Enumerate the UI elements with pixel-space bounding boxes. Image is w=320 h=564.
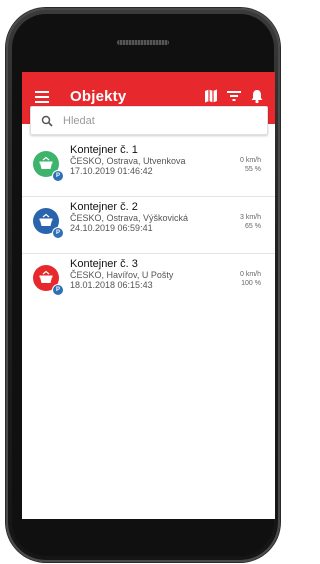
item-address: ČESKO, Havířov, U Pošty xyxy=(70,270,174,280)
gps-badge-icon: P xyxy=(52,284,64,296)
item-fill-level: 100 % xyxy=(241,280,261,287)
item-address: ČESKO, Ostrava, Výškovická xyxy=(70,213,189,223)
phone-speaker xyxy=(117,40,169,45)
app-screen: Objekty Hledat P Kontejner č. 1 ČESKO, O… xyxy=(22,72,275,519)
menu-icon[interactable] xyxy=(35,91,49,103)
item-speed: 0 km/h xyxy=(239,157,261,164)
search-icon[interactable] xyxy=(41,114,53,127)
item-fill-level: 65 % xyxy=(245,223,261,230)
item-fill-level: 55 % xyxy=(245,166,261,173)
filter-icon[interactable] xyxy=(226,88,242,104)
item-name: Kontejner č. 1 xyxy=(70,144,138,156)
gps-badge-icon: P xyxy=(52,170,64,182)
gps-badge-icon: P xyxy=(52,227,64,239)
map-icon[interactable] xyxy=(203,88,219,104)
app-bar: Objekty xyxy=(22,72,275,135)
item-speed: 0 km/h xyxy=(239,271,261,278)
search-bar xyxy=(30,106,268,135)
bell-icon[interactable] xyxy=(249,88,265,104)
item-datetime: 24.10.2019 06:59:41 xyxy=(70,223,153,233)
item-name: Kontejner č. 3 xyxy=(70,258,138,270)
list-item[interactable]: P Kontejner č. 2 ČESKO, Ostrava, Výškovi… xyxy=(22,197,275,254)
status-avatar: P xyxy=(33,151,64,182)
status-avatar: P xyxy=(33,208,64,239)
object-list: P Kontejner č. 1 ČESKO, Ostrava, Utvenko… xyxy=(22,140,275,310)
phone-chin xyxy=(22,519,275,539)
item-address: ČESKO, Ostrava, Utvenkova xyxy=(70,156,186,166)
search-input[interactable] xyxy=(63,111,258,130)
item-speed: 3 km/h xyxy=(239,214,261,221)
list-item[interactable]: P Kontejner č. 1 ČESKO, Ostrava, Utvenko… xyxy=(22,140,275,197)
list-item[interactable]: P Kontejner č. 3 ČESKO, Havířov, U Pošty… xyxy=(22,254,275,310)
status-avatar: P xyxy=(33,265,64,296)
item-datetime: 18.01.2018 06:15:43 xyxy=(70,280,153,290)
page-title: Objekty xyxy=(70,88,127,105)
item-name: Kontejner č. 2 xyxy=(70,201,138,213)
item-datetime: 17.10.2019 01:46:42 xyxy=(70,166,153,176)
